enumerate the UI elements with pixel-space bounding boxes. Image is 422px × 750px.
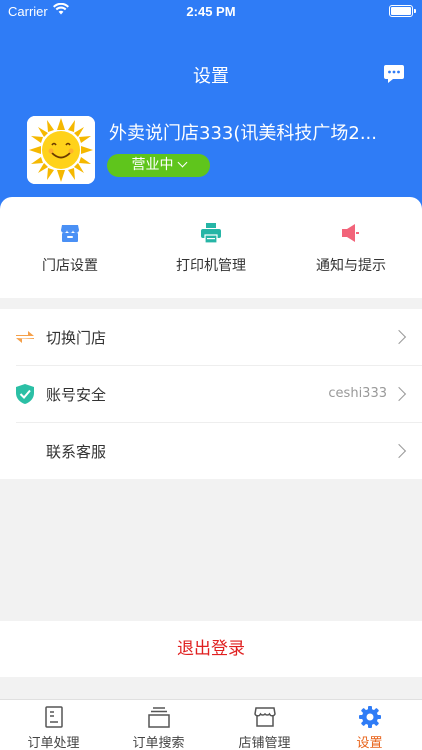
- tab-label: 订单搜索: [132, 736, 185, 750]
- header-background: [0, 0, 422, 230]
- contact-support-row[interactable]: 联系客服: [0, 423, 422, 479]
- account-username: ceshi333: [328, 386, 387, 401]
- switch-store-row[interactable]: 切换门店: [0, 309, 422, 365]
- order-document-icon: [44, 706, 63, 728]
- tab-label: 店铺管理: [238, 736, 291, 750]
- switch-arrows-icon: [16, 331, 34, 343]
- printer-icon: [201, 223, 221, 244]
- status-bar: Carrier 2:45 PM: [0, 0, 422, 24]
- chevron-right-icon: [391, 329, 407, 345]
- printer-management-button[interactable]: 打印机管理: [141, 221, 281, 275]
- tab-label: 订单处理: [27, 736, 80, 750]
- tab-settings[interactable]: 设置: [317, 705, 422, 750]
- store-name: 外卖说门店333(讯美科技广场2...: [109, 123, 377, 144]
- tab-label: 设置: [356, 736, 383, 750]
- store-settings-icon: [61, 225, 79, 242]
- tab-order-search[interactable]: 订单搜索: [106, 705, 211, 750]
- clock-label: 2:45 PM: [186, 4, 236, 19]
- account-security-label: 账号安全: [46, 386, 107, 404]
- shop-icon: [253, 707, 276, 727]
- tab-shop-management[interactable]: 店铺管理: [212, 705, 317, 750]
- chevron-down-icon: [177, 157, 187, 168]
- chevron-right-icon: [391, 386, 407, 402]
- gear-icon: [358, 706, 381, 728]
- page-title: 设置: [193, 66, 229, 87]
- notifications-button[interactable]: 通知与提示: [281, 221, 421, 275]
- battery-icon: [389, 5, 416, 17]
- store-status-dropdown[interactable]: 营业中: [107, 154, 210, 177]
- chevron-right-icon: [391, 443, 407, 459]
- logout-button[interactable]: 退出登录: [0, 621, 422, 677]
- quick-actions-card: 门店设置 打印机管理 通知与提示: [0, 197, 422, 298]
- notifications-label: 通知与提示: [316, 258, 386, 274]
- contact-support-label: 联系客服: [46, 443, 107, 461]
- store-status-label: 营业中: [131, 157, 174, 173]
- shield-check-icon: [16, 384, 34, 404]
- sun-avatar-icon: [27, 116, 95, 184]
- switch-store-label: 切换门店: [46, 329, 107, 347]
- account-security-row[interactable]: 账号安全 ceshi333: [0, 366, 422, 422]
- message-icon[interactable]: [383, 63, 405, 85]
- settings-list: 切换门店 账号安全 ceshi333 联系客服: [0, 309, 422, 479]
- store-settings-button[interactable]: 门店设置: [0, 221, 140, 275]
- tab-bar: 订单处理 订单搜索 店铺管理 设置: [0, 699, 422, 750]
- store-settings-label: 门店设置: [42, 258, 98, 274]
- speaker-icon: [342, 224, 359, 242]
- printer-management-label: 打印机管理: [176, 258, 246, 274]
- tab-order-processing[interactable]: 订单处理: [1, 705, 106, 750]
- store-avatar[interactable]: [27, 116, 95, 184]
- order-stack-icon: [147, 707, 170, 728]
